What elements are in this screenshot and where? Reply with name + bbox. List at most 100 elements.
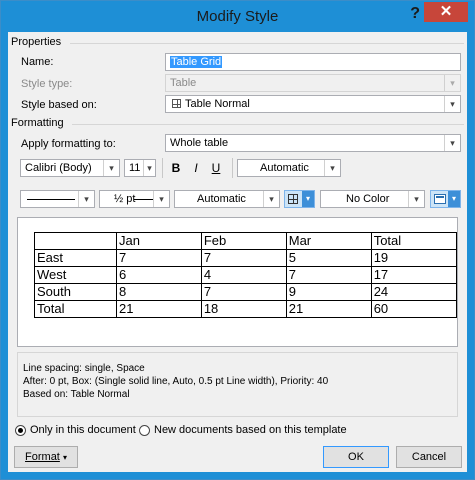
name-label: Name: bbox=[21, 56, 54, 68]
font-color-value: Automatic bbox=[260, 162, 309, 174]
table-cell: Jan bbox=[115, 232, 202, 250]
title-bar[interactable]: Modify Style ? ✕ bbox=[1, 1, 474, 32]
table-cell: Total bbox=[370, 232, 458, 250]
font-color-select[interactable]: Automatic ▾ bbox=[237, 159, 341, 177]
table-cell: West bbox=[34, 266, 117, 284]
chevron-down-icon: ▾ bbox=[143, 160, 155, 176]
table-cell: 18 bbox=[200, 300, 287, 318]
table-cell: 21 bbox=[285, 300, 372, 318]
table-cell: 24 bbox=[370, 283, 458, 301]
table-styles-button[interactable]: ▾ bbox=[430, 190, 461, 208]
apply-formatting-label: Apply formatting to: bbox=[21, 138, 116, 150]
table-row: West 6 4 7 17 bbox=[34, 266, 458, 284]
chevron-down-icon: ▾ bbox=[78, 191, 94, 207]
table-cell: Feb bbox=[200, 232, 287, 250]
italic-button[interactable]: I bbox=[186, 159, 206, 177]
table-cell: 7 bbox=[285, 266, 372, 284]
table-cell: 8 bbox=[115, 283, 202, 301]
border-width-value: ½ pt bbox=[114, 193, 136, 205]
line-style-sample bbox=[27, 199, 75, 200]
based-on-value: Table Normal bbox=[185, 98, 250, 110]
style-based-on-label: Style based on: bbox=[21, 99, 97, 111]
table-cell: Total bbox=[34, 300, 117, 318]
ok-button[interactable]: OK bbox=[323, 446, 389, 468]
table-cell: 5 bbox=[285, 249, 372, 267]
formatting-divider bbox=[72, 124, 464, 125]
bold-button[interactable]: B bbox=[166, 159, 186, 177]
font-size-value: 11 bbox=[129, 162, 141, 174]
table-row: Jan Feb Mar Total bbox=[34, 232, 458, 250]
style-based-on-select[interactable]: Table Normal ▾ bbox=[165, 95, 461, 113]
only-this-document-label[interactable]: Only in this document bbox=[30, 424, 136, 436]
description-line-3: Based on: Table Normal bbox=[23, 389, 130, 400]
new-documents-radio[interactable] bbox=[139, 425, 150, 436]
style-type-select: Table ▾ bbox=[165, 74, 461, 92]
properties-divider bbox=[70, 43, 464, 44]
table-cell: 7 bbox=[200, 249, 287, 267]
table-cell: Mar bbox=[285, 232, 372, 250]
toolbar-separator bbox=[162, 158, 163, 178]
dialog-body: Properties Name: Table Grid Style type: … bbox=[8, 32, 467, 472]
modify-style-dialog: Modify Style ? ✕ Properties Name: Table … bbox=[0, 0, 475, 480]
apply-formatting-select[interactable]: Whole table ▾ bbox=[165, 134, 461, 152]
style-type-label: Style type: bbox=[21, 78, 73, 90]
table-row: Total 21 18 21 60 bbox=[34, 300, 458, 318]
chevron-down-icon: ▾ bbox=[444, 135, 460, 151]
table-cell: 7 bbox=[200, 283, 287, 301]
table-row: South 8 7 9 24 bbox=[34, 283, 458, 301]
font-size-select[interactable]: 11 ▾ bbox=[124, 159, 156, 177]
dialog-title: Modify Style bbox=[196, 8, 279, 25]
style-type-value: Table bbox=[170, 77, 197, 89]
cancel-button[interactable]: Cancel bbox=[396, 446, 462, 468]
chevron-down-icon: ▾ bbox=[324, 160, 340, 176]
chevron-down-icon: ▾ bbox=[302, 191, 314, 207]
name-field[interactable]: Table Grid bbox=[165, 53, 461, 71]
chevron-down-icon: ▾ bbox=[408, 191, 424, 207]
format-button[interactable]: Format ▾ bbox=[14, 446, 78, 468]
chevron-down-icon: ▾ bbox=[263, 191, 279, 207]
border-style-select[interactable]: ▾ bbox=[20, 190, 95, 208]
table-cell: South bbox=[34, 283, 117, 301]
borders-button[interactable]: ▾ bbox=[284, 190, 315, 208]
borders-grid-icon bbox=[288, 194, 298, 204]
shading-color-select[interactable]: No Color ▾ bbox=[320, 190, 425, 208]
formatting-heading: Formatting bbox=[11, 117, 64, 129]
toolbar-separator bbox=[232, 158, 233, 178]
font-name-value: Calibri (Body) bbox=[25, 162, 92, 174]
chevron-down-icon: ▾ bbox=[103, 160, 119, 176]
chevron-down-icon: ▾ bbox=[444, 75, 460, 91]
chevron-down-icon: ▾ bbox=[62, 453, 67, 462]
table-grid-icon bbox=[172, 99, 181, 108]
properties-heading: Properties bbox=[11, 36, 62, 48]
style-preview: Jan Feb Mar Total East 7 7 5 19 West 6 4 7 17 South 8 7 9… bbox=[17, 217, 458, 347]
chevron-down-icon: ▾ bbox=[448, 191, 460, 207]
help-button[interactable]: ? bbox=[410, 5, 420, 23]
name-value: Table Grid bbox=[170, 56, 223, 68]
font-name-select[interactable]: Calibri (Body) ▾ bbox=[20, 159, 120, 177]
table-cell: 4 bbox=[200, 266, 287, 284]
table-cell: 6 bbox=[115, 266, 202, 284]
table-row: East 7 7 5 19 bbox=[34, 249, 458, 267]
line-width-sample bbox=[134, 199, 154, 200]
close-button[interactable]: ✕ bbox=[424, 2, 468, 22]
table-cell: 21 bbox=[115, 300, 202, 318]
table-cell: 17 bbox=[370, 266, 458, 284]
underline-button[interactable]: U bbox=[206, 159, 226, 177]
table-styles-icon bbox=[434, 194, 446, 204]
chevron-down-icon: ▾ bbox=[444, 96, 460, 112]
shading-value: No Color bbox=[346, 193, 390, 205]
chevron-down-icon: ▾ bbox=[153, 191, 169, 207]
table-cell: 7 bbox=[115, 249, 202, 267]
table-cell: 19 bbox=[370, 249, 458, 267]
border-color-select[interactable]: Automatic ▾ bbox=[174, 190, 280, 208]
format-label: Format bbox=[25, 451, 60, 463]
preview-table: Jan Feb Mar Total East 7 7 5 19 West 6 4 7 17 South 8 7 9… bbox=[34, 232, 458, 318]
style-description: Line spacing: single, Space After: 0 pt,… bbox=[17, 352, 458, 417]
table-cell: 9 bbox=[285, 283, 372, 301]
apply-formatting-value: Whole table bbox=[170, 137, 229, 149]
border-color-value: Automatic bbox=[197, 193, 246, 205]
new-documents-label[interactable]: New documents based on this template bbox=[154, 424, 347, 436]
border-width-select[interactable]: ½ pt ▾ bbox=[99, 190, 170, 208]
table-cell: East bbox=[34, 249, 117, 267]
only-this-document-radio[interactable] bbox=[15, 425, 26, 436]
